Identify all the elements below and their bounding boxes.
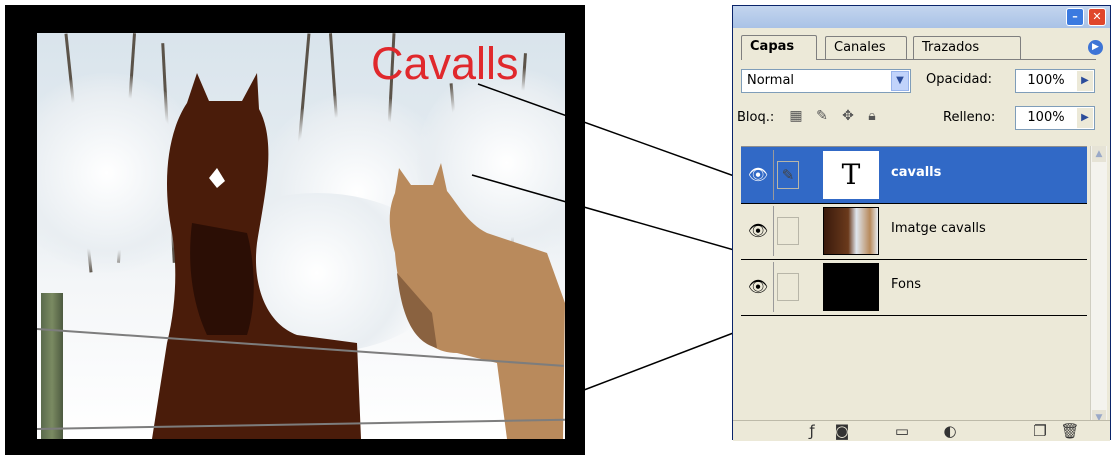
link-slot[interactable]	[777, 217, 799, 245]
layers-scrollbar[interactable]: ▲ ▼	[1090, 146, 1107, 426]
eye-icon[interactable]: 👁︎	[743, 262, 774, 312]
palette-titlebar[interactable]: – ✕	[733, 6, 1110, 28]
layer-name[interactable]: cavalls	[891, 165, 941, 180]
new-layer-icon[interactable]: ❐	[1029, 421, 1051, 441]
eye-icon[interactable]: 👁︎	[743, 150, 774, 200]
layers-list: 👁︎ ✎ T cavalls 👁︎ Imatge cavalls 👁︎ Fons	[741, 146, 1087, 427]
layers-palette: – ✕ Capas Canales Trazados ▶ Normal ▼ Op…	[732, 5, 1111, 441]
palette-menu-icon[interactable]: ▶	[1088, 40, 1103, 55]
connector-text-layer	[477, 83, 763, 187]
blend-mode-select[interactable]: Normal ▼	[741, 69, 911, 93]
fill-input[interactable]: 100% ▶	[1015, 106, 1095, 130]
adjustment-layer-icon[interactable]: ◐	[939, 421, 961, 441]
layer-style-fx-icon[interactable]: ƒ	[801, 421, 823, 441]
tab-layers[interactable]: Capas	[741, 35, 817, 60]
close-button[interactable]: ✕	[1088, 8, 1106, 26]
layer-name[interactable]: Fons	[891, 277, 921, 292]
fill-value: 100%	[1027, 110, 1065, 125]
chevron-down-icon[interactable]: ▼	[891, 71, 909, 91]
lock-transparency-icon[interactable]: ▦	[787, 107, 805, 125]
opacity-label: Opacidad:	[926, 72, 993, 87]
trash-icon[interactable]: 🗑︎	[1059, 421, 1081, 441]
tab-channels[interactable]: Canales	[825, 36, 907, 59]
scroll-up-icon[interactable]: ▲	[1092, 146, 1106, 162]
minimize-button[interactable]: –	[1066, 8, 1084, 26]
eye-icon[interactable]: 👁︎	[743, 206, 774, 256]
fill-label: Relleno:	[943, 110, 996, 125]
lock-paint-brush-icon[interactable]: ✎	[813, 107, 831, 125]
image-layer-thumbnail	[823, 207, 879, 255]
new-group-folder-icon[interactable]: ▭	[891, 421, 913, 441]
layer-name[interactable]: Imatge cavalls	[891, 221, 986, 236]
brush-icon[interactable]: ✎	[777, 161, 799, 189]
palette-footer: ƒ ◙ ▭ ◐ ❐ 🗑︎	[733, 420, 1110, 441]
fill-slider-arrow-icon[interactable]: ▶	[1077, 108, 1093, 128]
background-layer-thumbnail	[823, 263, 879, 311]
layer-row-fons[interactable]: 👁︎ Fons	[741, 259, 1087, 316]
opacity-value: 100%	[1027, 73, 1065, 88]
lock-label: Bloq.:	[737, 110, 775, 125]
layer-row-imatge-cavalls[interactable]: 👁︎ Imatge cavalls	[741, 203, 1087, 260]
link-slot[interactable]	[777, 273, 799, 301]
add-mask-icon[interactable]: ◙	[831, 421, 853, 441]
connector-image-layer	[471, 174, 763, 259]
blend-mode-value: Normal	[747, 73, 795, 88]
tab-paths[interactable]: Trazados	[913, 36, 1021, 59]
lock-position-move-icon[interactable]: ✥	[839, 107, 857, 125]
text-layer-thumbnail: T	[823, 151, 879, 199]
layer-row-cavalls[interactable]: 👁︎ ✎ T cavalls	[741, 147, 1087, 204]
lock-all-padlock-icon[interactable]: 🔒︎	[863, 107, 881, 125]
opacity-slider-arrow-icon[interactable]: ▶	[1077, 71, 1093, 91]
opacity-input[interactable]: 100% ▶	[1015, 69, 1095, 93]
